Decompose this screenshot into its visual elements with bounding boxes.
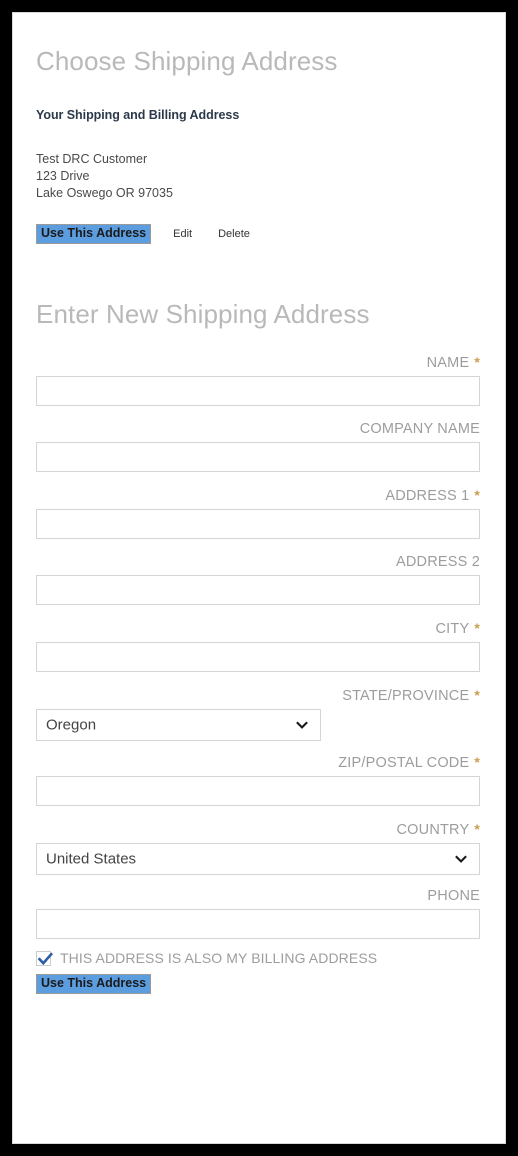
billing-address-checkbox[interactable] <box>36 950 54 966</box>
field-company: COMPANY NAME <box>13 420 505 472</box>
field-zip-label-text: ZIP/POSTAL CODE <box>338 755 470 771</box>
saved-address-actions: Use This Address Edit Delete <box>36 224 250 244</box>
saved-address-street: 123 Drive <box>36 169 90 183</box>
field-address1: ADDRESS 1 * <box>13 486 505 539</box>
field-name-label: NAME * <box>13 353 505 372</box>
state-province-select[interactable]: Oregon <box>36 709 321 741</box>
address1-input[interactable] <box>36 509 480 539</box>
field-country-control: United States <box>13 839 505 875</box>
address2-input[interactable] <box>36 575 480 605</box>
field-city-label-text: CITY <box>435 621 470 637</box>
field-address1-label: ADDRESS 1 * <box>13 486 505 505</box>
field-address2-label-text: ADDRESS 2 <box>396 554 480 570</box>
company-name-input[interactable] <box>36 442 480 472</box>
saved-address: Test DRC Customer 123 Drive Lake Oswego … <box>36 151 173 202</box>
field-state-label: STATE/PROVINCE * <box>13 686 505 705</box>
field-company-label: COMPANY NAME <box>13 420 505 438</box>
choose-address-heading: Choose Shipping Address <box>36 46 338 76</box>
country-selected-value: United States <box>46 850 137 868</box>
state-province-selected-value: Oregon <box>46 716 97 734</box>
field-zip-label: ZIP/POSTAL CODE * <box>13 753 505 772</box>
field-company-label-text: COMPANY NAME <box>359 421 480 437</box>
new-address-form: NAME * COMPANY NAME ADDRESS 1 * ADDRESS … <box>13 353 505 994</box>
shipping-address-page: Choose Shipping Address Your Shipping an… <box>12 12 506 1144</box>
field-phone-control <box>13 905 505 939</box>
billing-address-checkbox-row[interactable]: THIS ADDRESS IS ALSO MY BILLING ADDRESS <box>13 939 505 966</box>
use-this-address-submit-button[interactable]: Use This Address <box>36 974 152 994</box>
field-address1-label-text: ADDRESS 1 <box>385 488 470 504</box>
new-address-heading: Enter New Shipping Address <box>36 299 370 329</box>
field-phone: PHONE <box>13 887 505 939</box>
check-icon <box>37 951 54 965</box>
field-address1-control <box>13 505 505 539</box>
field-name-control <box>13 372 505 406</box>
required-asterisk: * <box>474 620 480 636</box>
required-asterisk: * <box>474 687 480 703</box>
field-city-label: CITY * <box>13 619 505 638</box>
chevron-down-icon <box>454 852 468 866</box>
required-asterisk: * <box>474 821 480 837</box>
screenshot-frame: Choose Shipping Address Your Shipping an… <box>0 0 518 1156</box>
chevron-down-icon <box>295 718 309 732</box>
choose-address-heading-wrap: Choose Shipping Address <box>36 48 338 74</box>
field-country: COUNTRY * United States <box>13 820 505 875</box>
field-state-control: Oregon <box>13 705 505 741</box>
field-city-control <box>13 638 505 672</box>
field-name: NAME * <box>13 353 505 406</box>
required-asterisk: * <box>474 754 480 770</box>
field-phone-label: PHONE <box>13 887 505 905</box>
field-state-label-text: STATE/PROVINCE <box>342 688 470 704</box>
new-address-heading-wrap: Enter New Shipping Address <box>36 301 370 327</box>
saved-address-city-state-zip: Lake Oswego OR 97035 <box>36 186 173 200</box>
name-input[interactable] <box>36 376 480 406</box>
required-asterisk: * <box>474 487 480 503</box>
submit-row: Use This Address <box>13 966 505 994</box>
field-address2: ADDRESS 2 <box>13 553 505 605</box>
field-name-label-text: NAME <box>426 355 470 371</box>
field-zip: ZIP/POSTAL CODE * <box>13 753 505 806</box>
city-input[interactable] <box>36 642 480 672</box>
field-phone-label-text: PHONE <box>427 888 480 904</box>
zip-postal-code-input[interactable] <box>36 776 480 806</box>
field-state: STATE/PROVINCE * Oregon <box>13 686 505 741</box>
billing-address-checkbox-label: THIS ADDRESS IS ALSO MY BILLING ADDRESS <box>60 950 378 966</box>
field-country-label-text: COUNTRY <box>396 822 470 838</box>
edit-address-link[interactable]: Edit <box>173 228 192 240</box>
phone-input[interactable] <box>36 909 480 939</box>
field-address2-label: ADDRESS 2 <box>13 553 505 571</box>
field-zip-control <box>13 772 505 806</box>
field-city: CITY * <box>13 619 505 672</box>
use-this-address-link-saved[interactable]: Use This Address <box>36 224 152 244</box>
delete-address-link[interactable]: Delete <box>218 228 250 240</box>
field-country-label: COUNTRY * <box>13 820 505 839</box>
required-asterisk: * <box>474 354 480 370</box>
field-company-control <box>13 438 505 472</box>
saved-address-name: Test DRC Customer <box>36 152 148 166</box>
field-address2-control <box>13 571 505 605</box>
country-select[interactable]: United States <box>36 843 480 875</box>
saved-address-subheading: Your Shipping and Billing Address <box>36 108 240 122</box>
